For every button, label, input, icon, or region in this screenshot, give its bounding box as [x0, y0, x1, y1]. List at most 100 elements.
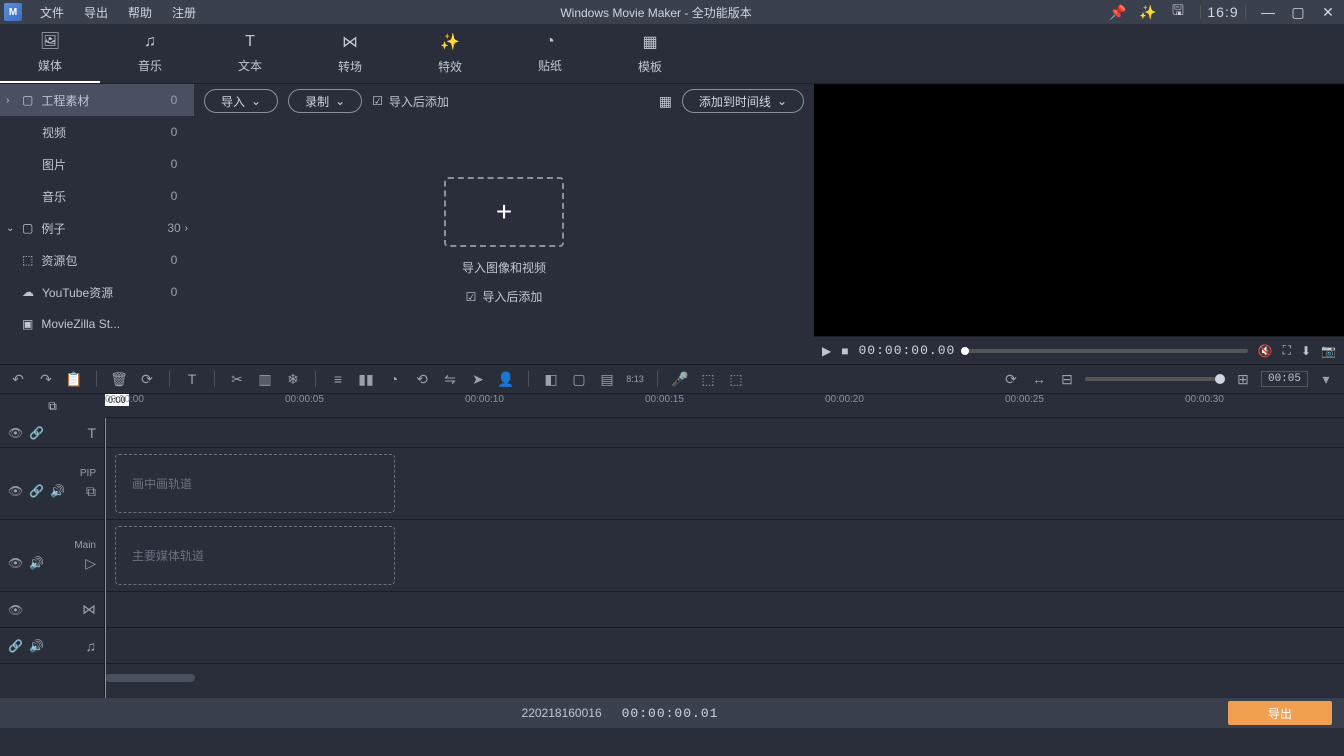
cut-button[interactable]: ✂: [227, 369, 247, 389]
color-button[interactable]: ◧: [541, 369, 561, 389]
freeze-button[interactable]: ❄: [283, 369, 303, 389]
tab-transition[interactable]: ⋈转场: [300, 24, 400, 83]
aspect-ratio[interactable]: 16:9: [1211, 2, 1235, 22]
text-track-icon[interactable]: T: [87, 425, 96, 441]
menu-export[interactable]: 导出: [74, 4, 118, 21]
paste-button[interactable]: 📋: [64, 369, 84, 389]
filter-button[interactable]: ▤: [597, 369, 617, 389]
loop-button[interactable]: ⟳: [1001, 369, 1021, 389]
media-icon: 🖼: [40, 31, 60, 51]
import-button[interactable]: 导入⌄: [204, 89, 278, 113]
sidebar-item-examples[interactable]: ⌄ ▢例子30 ›: [0, 212, 194, 244]
sidebar-item-moviezilla[interactable]: ▣MovieZilla St...: [0, 308, 194, 340]
music-track-icon[interactable]: ♫: [86, 638, 97, 654]
delete-button[interactable]: 🗑: [109, 369, 129, 389]
tab-sticker[interactable]: ◔贴纸: [500, 24, 600, 83]
flip-button[interactable]: ⇋: [440, 369, 460, 389]
menu-help[interactable]: 帮助: [118, 4, 162, 21]
volume-icon[interactable]: 🔊: [50, 484, 65, 498]
window-controls: 📌 ✨ 🖫 16:9 — ▢ ✕: [1106, 2, 1340, 22]
track-lane-pip[interactable]: 画中画轨道: [105, 448, 1344, 520]
track-lane-audio[interactable]: [105, 628, 1344, 664]
timeline-ruler[interactable]: 0:00 00:00:00 00:00:05 00:00:10 00:00:15…: [105, 394, 1344, 418]
tab-template[interactable]: ▦模板: [600, 24, 700, 83]
eye-icon[interactable]: 👁: [8, 484, 23, 498]
timeline-scrollbar[interactable]: [105, 674, 195, 682]
eye-icon[interactable]: 👁: [8, 556, 23, 570]
sparkle-icon[interactable]: ✨: [1136, 2, 1160, 22]
menu-register[interactable]: 注册: [162, 4, 206, 21]
eye-icon[interactable]: 👁: [8, 426, 23, 440]
maximize-button[interactable]: ▢: [1286, 2, 1310, 22]
text-tool-button[interactable]: T: [182, 369, 202, 389]
ratio-button[interactable]: 8:13: [625, 369, 645, 389]
grid-view-icon[interactable]: ▦: [659, 93, 672, 110]
track-lane-text[interactable]: [105, 418, 1344, 448]
rotate-button[interactable]: ⟲: [412, 369, 432, 389]
play-track-icon[interactable]: ▷: [85, 555, 96, 572]
crop-button[interactable]: ▢: [569, 369, 589, 389]
sidebar-item-youtube[interactable]: ☁YouTube资源0: [0, 276, 194, 308]
preview-progress[interactable]: [965, 349, 1247, 353]
stop-button[interactable]: ■: [841, 344, 848, 358]
undo-button[interactable]: ↶: [8, 369, 28, 389]
play-button[interactable]: ▶: [822, 344, 831, 358]
save-icon[interactable]: 🖫: [1166, 2, 1190, 22]
import-drop-box[interactable]: +: [444, 177, 564, 247]
dropdown-icon[interactable]: ▾: [1316, 369, 1336, 389]
person-button[interactable]: 👤: [496, 369, 516, 389]
arrow-button[interactable]: ➤: [468, 369, 488, 389]
repeat-button[interactable]: ⟳: [137, 369, 157, 389]
zoom-in-icon[interactable]: ⊞: [1233, 369, 1253, 389]
sidebar-item-image[interactable]: 图片0: [0, 148, 194, 180]
tab-music[interactable]: ♫音乐: [100, 24, 200, 83]
minimize-button[interactable]: —: [1256, 2, 1280, 22]
mic-button[interactable]: 🎤: [670, 369, 690, 389]
record-button[interactable]: 录制⌄: [288, 89, 362, 113]
timeline-duration[interactable]: 00:05: [1261, 371, 1308, 387]
speed-button[interactable]: ◔: [384, 369, 404, 389]
columns-button[interactable]: ▮▮: [356, 369, 376, 389]
tab-effect[interactable]: ✨特效: [400, 24, 500, 83]
pin-icon[interactable]: 📌: [1106, 2, 1130, 22]
transition-track-icon[interactable]: ⋈: [82, 601, 96, 618]
tab-media[interactable]: 🖼媒体: [0, 24, 100, 83]
tab-text[interactable]: T文本: [200, 24, 300, 83]
track-lane-main[interactable]: 主要媒体轨道: [105, 520, 1344, 592]
sidebar-item-music[interactable]: 音乐0: [0, 180, 194, 212]
fullscreen-icon[interactable]: ⛶: [1283, 343, 1291, 358]
zoom-out-icon[interactable]: ⊟: [1057, 369, 1077, 389]
align-button[interactable]: ≡: [328, 369, 348, 389]
sidebar-item-resources[interactable]: ⬚资源包0: [0, 244, 194, 276]
fit-button[interactable]: ↔: [1029, 369, 1049, 389]
zoom-slider[interactable]: [1085, 377, 1225, 381]
sidebar-item-video[interactable]: 视频0: [0, 116, 194, 148]
volume-icon[interactable]: 🔊: [29, 639, 44, 653]
sidebar-item-project[interactable]: › ▢工程素材0: [0, 84, 194, 116]
add-to-timeline-button[interactable]: 添加到时间线⌄: [682, 89, 804, 113]
close-button[interactable]: ✕: [1316, 2, 1340, 22]
eye-icon[interactable]: 👁: [8, 603, 23, 617]
pip-icon[interactable]: ⧉: [86, 483, 96, 500]
export-clip-button[interactable]: ⬚: [698, 369, 718, 389]
snapshot-icon[interactable]: ⬇: [1301, 344, 1311, 358]
pip-drop-target[interactable]: 画中画轨道: [115, 454, 395, 513]
tracks-area[interactable]: 画中画轨道 主要媒体轨道: [105, 418, 1344, 698]
link-icon[interactable]: 🔗: [29, 484, 44, 498]
volume-icon[interactable]: 🔊: [29, 556, 44, 570]
camera-icon[interactable]: 📷: [1321, 344, 1336, 358]
timeline-playhead[interactable]: [105, 418, 106, 698]
drop-add-after-import[interactable]: ☑导入后添加: [466, 288, 543, 305]
link-icon[interactable]: 🔗: [8, 639, 23, 653]
track-lane-transition[interactable]: [105, 592, 1344, 628]
split-button[interactable]: ▥: [255, 369, 275, 389]
add-after-import-check[interactable]: ☑导入后添加: [372, 93, 449, 110]
copy-icon[interactable]: ⧉: [48, 399, 57, 414]
menu-file[interactable]: 文件: [30, 4, 74, 21]
main-drop-target[interactable]: 主要媒体轨道: [115, 526, 395, 585]
link-icon[interactable]: 🔗: [29, 426, 44, 440]
export-button[interactable]: 导出: [1228, 701, 1332, 725]
record-screen-button[interactable]: ⬚: [726, 369, 746, 389]
mute-icon[interactable]: 🔇: [1258, 344, 1273, 358]
redo-button[interactable]: ↷: [36, 369, 56, 389]
